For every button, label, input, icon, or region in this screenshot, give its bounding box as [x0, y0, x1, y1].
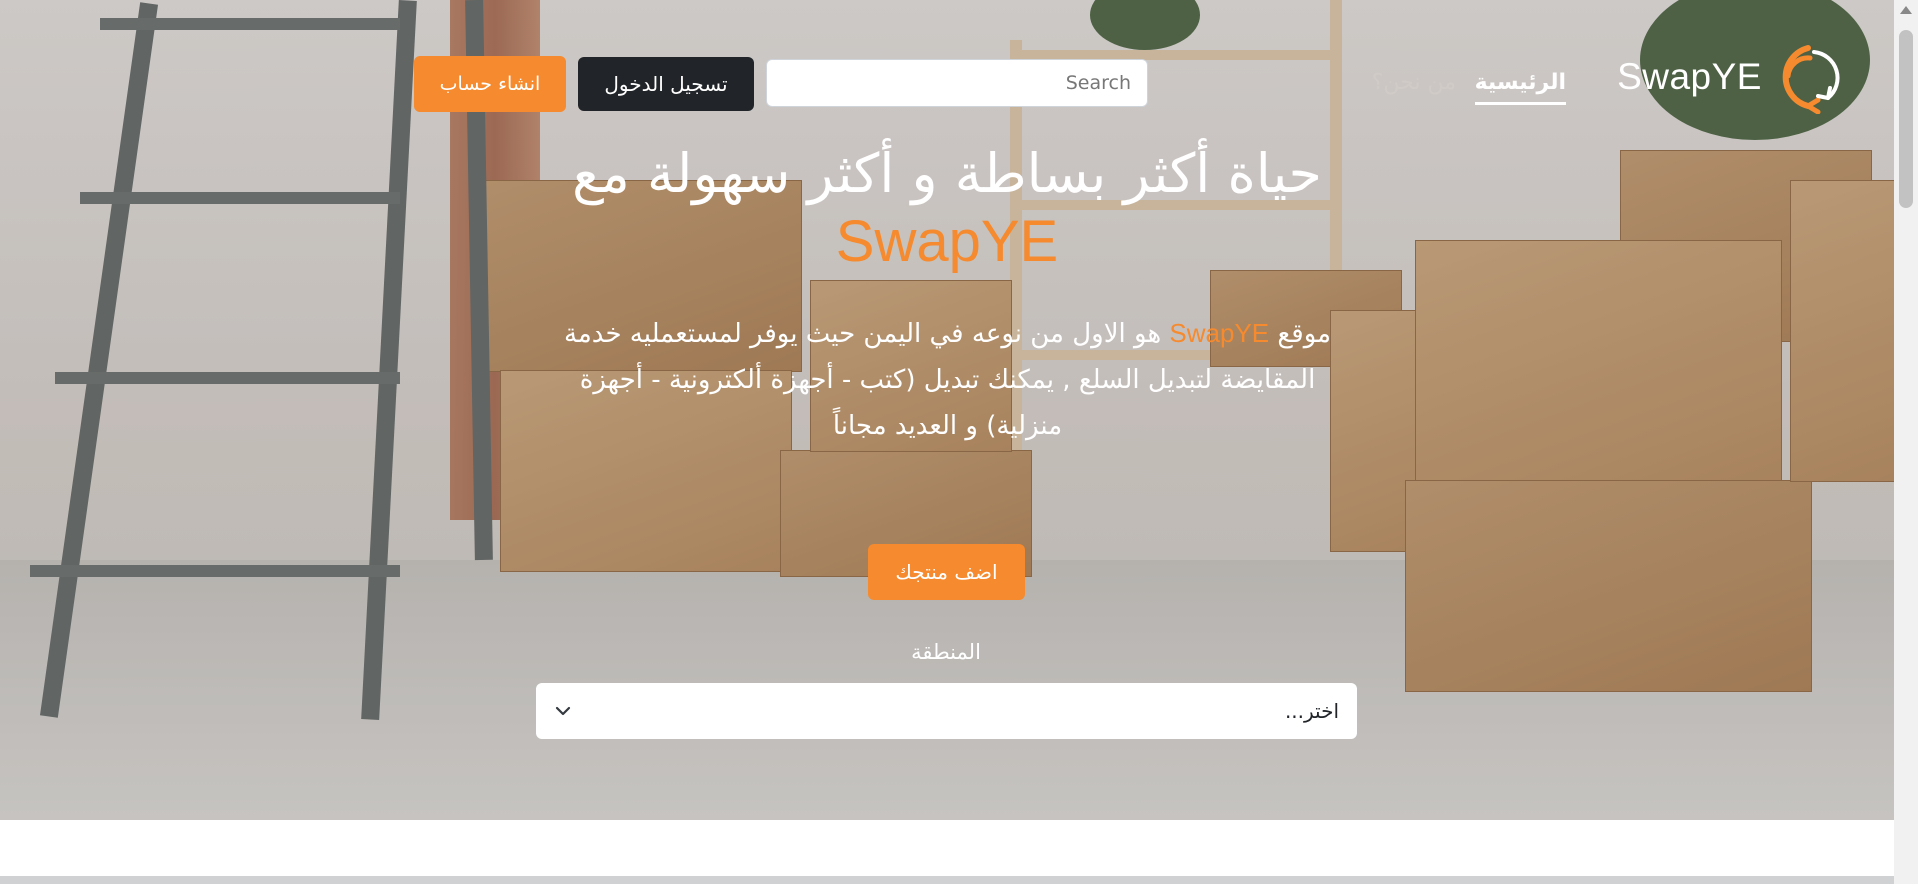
headline-brand: SwapYE	[835, 209, 1059, 274]
nav-about-link[interactable]: من نحن؟	[1372, 70, 1456, 95]
vertical-scrollbar[interactable]	[1894, 0, 1918, 884]
page-bottom-divider	[0, 876, 1894, 884]
desc-brand: SwapYE	[1169, 318, 1270, 348]
add-product-button[interactable]: اضف منتجك	[868, 544, 1025, 600]
signup-button[interactable]: انشاء حساب	[414, 56, 566, 112]
hero-description: موقع SwapYE هو الاول من نوعه في اليمن حي…	[550, 310, 1345, 449]
headline-text: حياة أكثر بساطة و أكثر سهولة مع	[572, 142, 1322, 205]
region-select[interactable]: اختر...	[536, 683, 1357, 739]
desc-prefix: موقع	[1277, 319, 1332, 349]
navbar: SwapYE الرئيسية من نحن؟ تسجيل الدخول انش…	[0, 0, 1894, 120]
hero-headline: حياة أكثر بساطة و أكثر سهولة مع SwapYE	[440, 140, 1454, 276]
search-input[interactable]	[766, 59, 1148, 107]
region-label: المنطقة	[911, 640, 981, 664]
scroll-up-arrow-icon[interactable]	[1900, 6, 1912, 14]
region-select-value: اختر...	[1284, 699, 1339, 723]
brand-logo[interactable]: SwapYE	[1617, 40, 1842, 114]
chevron-down-icon	[555, 706, 571, 716]
login-button[interactable]: تسجيل الدخول	[578, 57, 754, 111]
nav-home-link[interactable]: الرئيسية	[1474, 70, 1567, 105]
logo-text: SwapYE	[1617, 56, 1762, 97]
swap-arrows-icon	[1782, 45, 1840, 114]
scrollbar-thumb[interactable]	[1899, 30, 1913, 208]
